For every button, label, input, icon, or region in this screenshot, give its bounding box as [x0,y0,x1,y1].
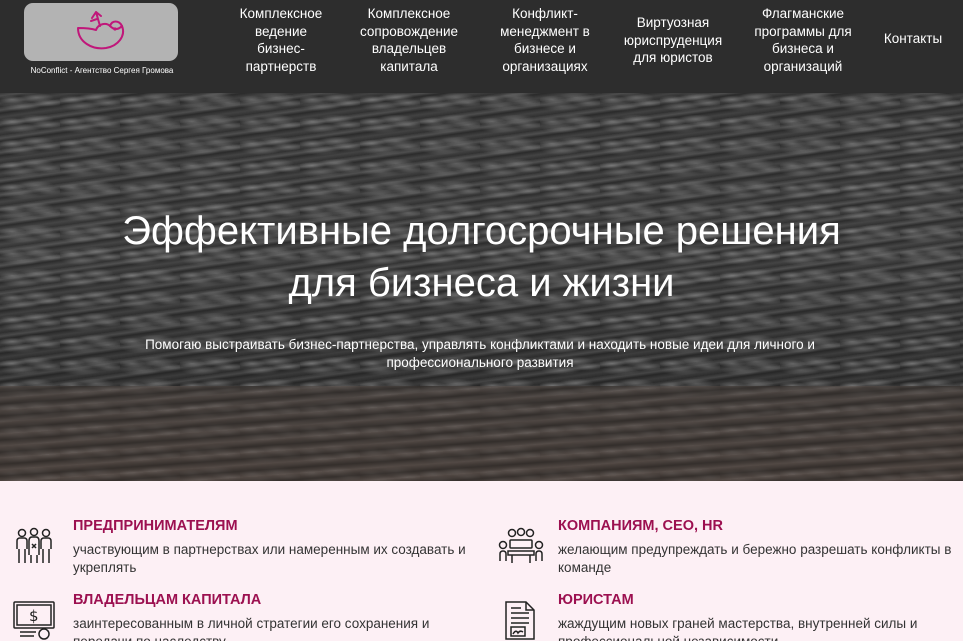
nav-item-label: Конфликт-менеджмент в бизнесе и организаци… [500,6,590,74]
nav-item-capital-owners[interactable]: Комплексное сопровождение владельцев капита… [354,5,464,75]
audience-title: ПРЕДПРИНИМАТЕЛЯМ [73,518,238,534]
audience-desc: участвующим в партнерствах или намеренны… [73,542,466,575]
nav-item-contacts[interactable]: Контакты [880,30,946,48]
hero-title: Эффективные долгосрочные решения для бизн… [122,209,841,305]
nav-item-conflict-management[interactable]: Конфликт-менеджмент в бизнесе и организаци… [496,5,594,75]
nav-item-label: Виртуозная юриспруденция для юристов [623,15,723,65]
certificate-dollar-icon: $ [12,600,56,641]
audience-title: КОМПАНИЯМ, CEO, HR [558,518,723,534]
nav-item-jurisprudence[interactable]: Виртуозная юриспруденция для юристов [619,14,727,67]
site-header: NoConflict - Агентство Сергея Громова Ко… [0,0,963,93]
nav-item-label: Флагманские программы для бизнеса и организ… [754,6,852,74]
nav-item-label: Контакты [883,31,943,46]
audience-title: ЮРИСТАМ [558,592,634,608]
svg-text:$: $ [29,607,39,625]
audience-desc: желающим предупреждать и бережно разреша… [558,542,952,575]
audience-desc: заинтересованным в личной стратегии его … [73,616,430,641]
dove-icon [77,11,124,50]
nav-item-business-partnerships[interactable]: Комплексное ведение бизнес-партнерств [238,5,324,75]
hero-subtitle: Помогаю выстраивать бизнес-партнерства, … [145,337,815,370]
nav-item-label: Комплексное сопровождение владельцев капита… [359,6,459,74]
audience-desc: жаждущим новых граней мастерства, внутре… [558,616,918,641]
partners-group-icon [14,527,54,571]
team-meeting-icon [498,527,544,571]
audience-title: ВЛАДЕЛЬЦАМ КАПИТАЛА [73,592,262,608]
hero-banner: Эффективные долгосрочные решения для бизн… [0,93,963,481]
nav-item-flagship-programs[interactable]: Флагманские программы для бизнеса и организ… [751,5,855,75]
signed-document-icon [503,600,537,641]
logo-caption: NoConflict - Агентство Сергея Громова [30,66,174,75]
logo[interactable] [24,3,178,61]
nav-item-label: Комплексное ведение бизнес-партнерств [239,6,323,74]
